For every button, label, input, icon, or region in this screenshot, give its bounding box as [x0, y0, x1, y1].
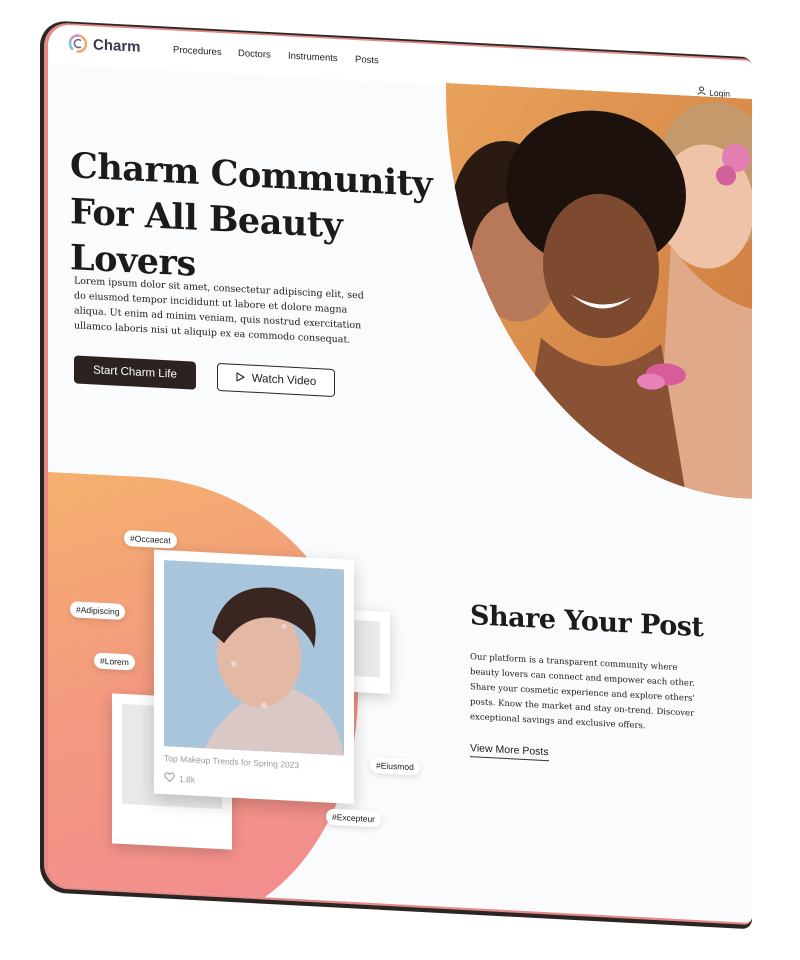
tag-eiusmod[interactable]: #Eiusmod	[370, 756, 420, 776]
post-card[interactable]: Top Makeup Trends for Spring 2023 1.8k	[154, 549, 354, 805]
post-likes-count: 1.8k	[179, 773, 196, 785]
share-title: Share Your Post	[470, 600, 704, 644]
post-title: Top Makeup Trends for Spring 2023	[164, 753, 300, 771]
brand-name: Charm	[93, 35, 141, 56]
play-icon	[236, 371, 245, 384]
share-description: Our platform is a transparent community …	[470, 652, 695, 732]
landing-page: Charm Procedures Doctors Instruments Pos…	[48, 24, 752, 923]
nav-link-procedures[interactable]: Procedures	[173, 45, 222, 59]
nav-link-doctors[interactable]: Doctors	[238, 48, 271, 61]
tag-excepteur[interactable]: #Excepteur	[326, 808, 381, 828]
post-likes[interactable]: 1.8k	[164, 772, 195, 786]
view-more-posts-link[interactable]: View More Posts	[470, 742, 549, 762]
watch-video-button[interactable]: Watch Video	[217, 362, 335, 398]
watch-video-label: Watch Video	[251, 372, 317, 389]
nav-link-posts[interactable]: Posts	[355, 54, 379, 66]
charm-logo-icon	[68, 33, 88, 54]
top-nav: Charm Procedures Doctors Instruments Pos…	[48, 24, 752, 101]
nav-link-instruments[interactable]: Instruments	[288, 51, 338, 65]
start-charm-life-label: Start Charm Life	[93, 364, 177, 381]
heart-icon	[164, 772, 175, 785]
post-photo	[164, 560, 344, 756]
start-charm-life-button[interactable]: Start Charm Life	[74, 355, 196, 390]
tag-occaecat[interactable]: #Occaecat	[124, 529, 177, 549]
brand-logo[interactable]: Charm	[68, 33, 141, 57]
hero-image	[446, 82, 752, 499]
background-post-card-right[interactable]	[348, 609, 390, 694]
tag-lorem[interactable]: #Lorem	[94, 652, 135, 671]
tag-adipiscing[interactable]: #Adipiscing	[70, 601, 126, 621]
